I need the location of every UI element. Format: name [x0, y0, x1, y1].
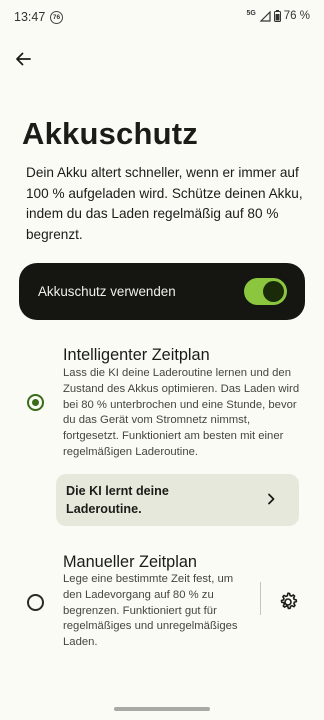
- status-bar: 13:47 76 5G 76 %: [0, 0, 324, 34]
- battery-percent: 76 %: [283, 10, 310, 22]
- home-indicator[interactable]: [114, 707, 210, 711]
- switch-knob: [263, 281, 284, 302]
- smart-schedule-title[interactable]: Intelligenter Zeitplan: [63, 346, 210, 365]
- back-button[interactable]: [8, 45, 38, 73]
- ai-learning-card[interactable]: Die KI lernt deine Laderoutine.: [56, 474, 299, 526]
- battery-icon: [273, 10, 281, 22]
- arrow-left-icon: [16, 52, 31, 66]
- signal-icon: [259, 10, 271, 22]
- manual-schedule-settings-button[interactable]: [276, 590, 300, 614]
- battery-protection-toggle-card[interactable]: Akkuschutz verwenden: [19, 263, 305, 320]
- page-title: Akkuschutz: [22, 116, 198, 151]
- status-time: 13:47: [14, 10, 46, 24]
- network-type: 5G: [246, 9, 256, 17]
- toggle-label: Akkuschutz verwenden: [38, 284, 176, 299]
- status-icons: 5G 76 %: [246, 10, 310, 22]
- notification-badge: 76: [50, 11, 63, 24]
- smart-schedule-description: Lass die KI deine Laderoutine lernen und…: [63, 367, 300, 458]
- gear-icon: [280, 592, 298, 610]
- page-description: Dein Akku altert schneller, wenn er imme…: [26, 165, 303, 242]
- manual-schedule-description: Lege eine bestimmte Zeit fest, um den La…: [63, 573, 238, 649]
- battery-protection-switch[interactable]: [244, 278, 287, 305]
- ai-learning-text: Die KI lernt deine Laderoutine.: [66, 484, 169, 516]
- divider: [260, 582, 261, 615]
- smart-schedule-radio[interactable]: [27, 394, 44, 411]
- manual-schedule-radio[interactable]: [27, 594, 44, 611]
- chevron-right-icon: [268, 493, 275, 505]
- manual-schedule-title[interactable]: Manueller Zeitplan: [63, 553, 197, 572]
